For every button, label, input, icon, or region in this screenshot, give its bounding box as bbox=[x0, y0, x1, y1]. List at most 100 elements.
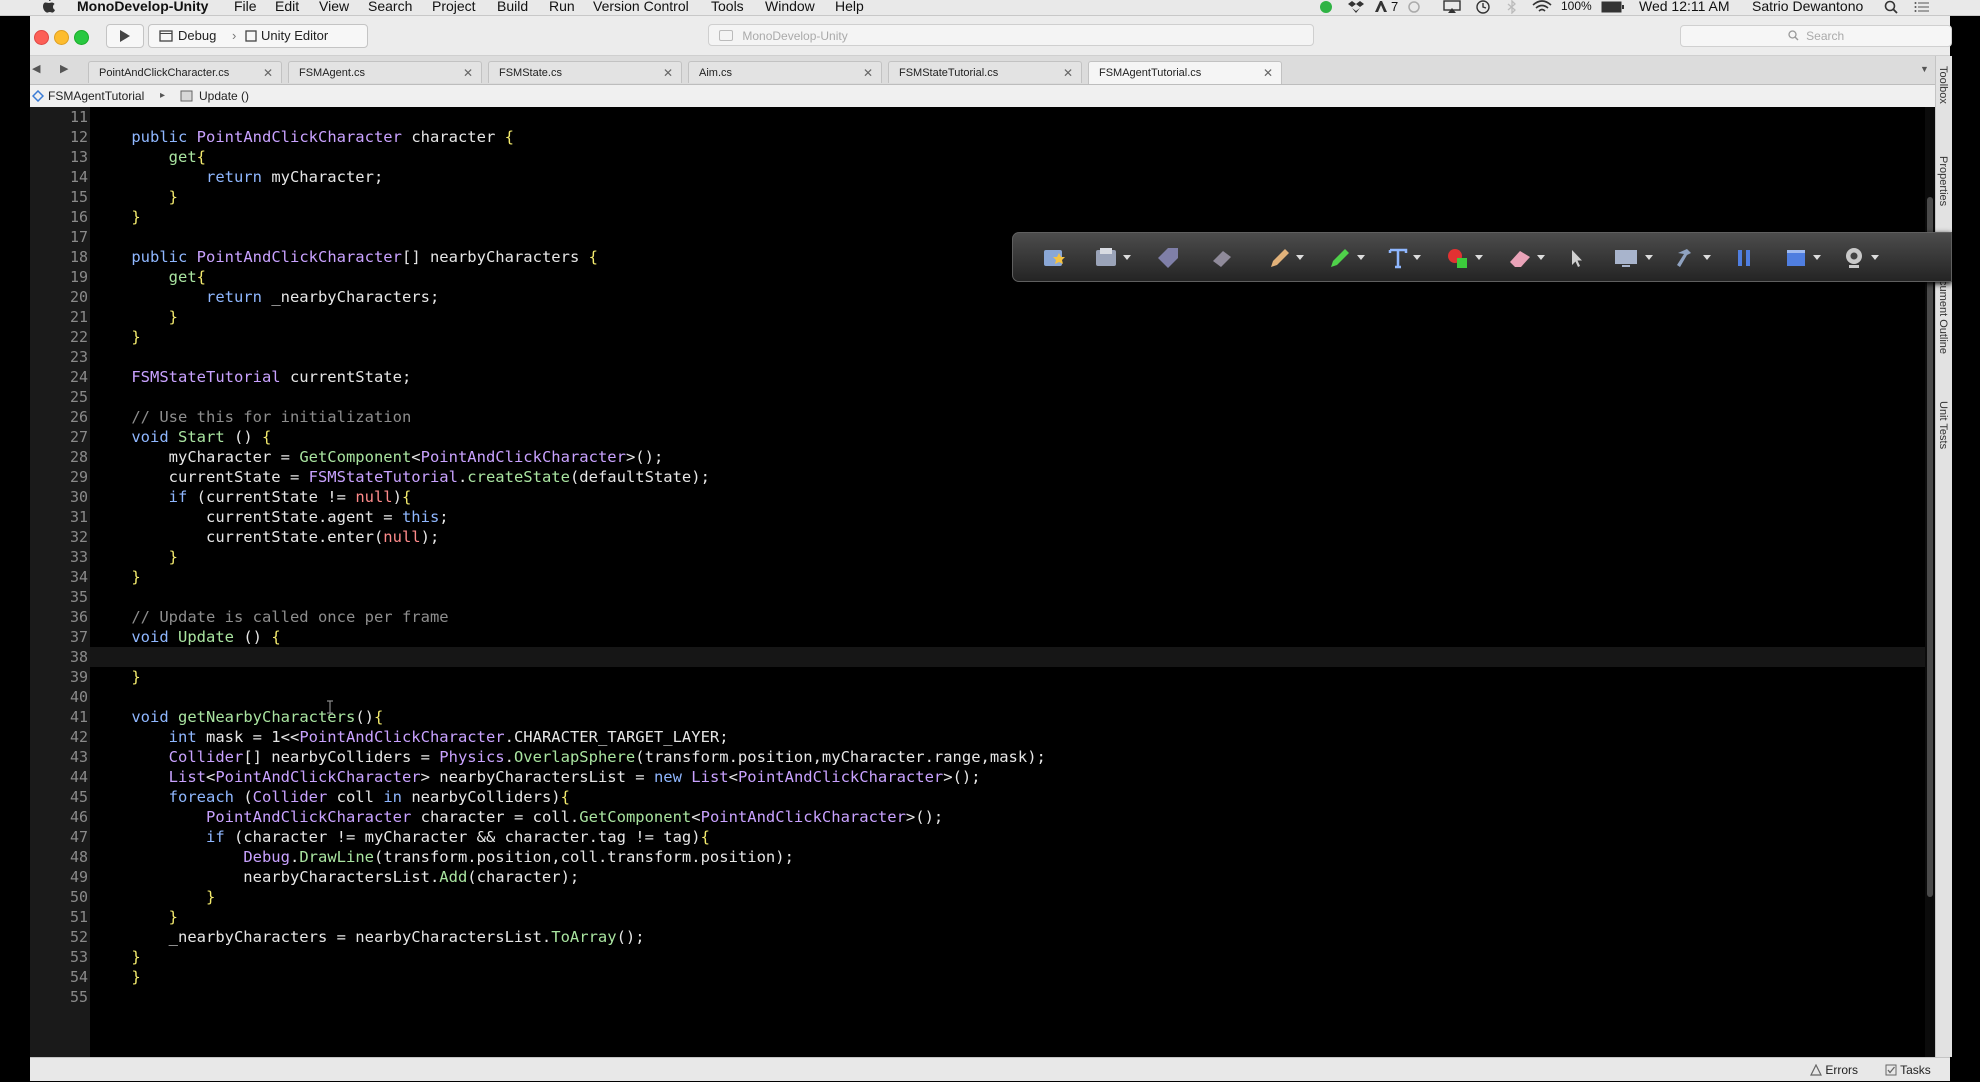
pad-toolbox[interactable]: Toolbox bbox=[1937, 66, 1949, 104]
text-tool-icon[interactable] bbox=[1385, 245, 1411, 271]
pencil-icon[interactable] bbox=[1267, 245, 1293, 271]
code-line[interactable]: public PointAndClickCharacter character … bbox=[94, 127, 514, 147]
webcam-icon[interactable] bbox=[1841, 245, 1867, 271]
minimize-window-button[interactable] bbox=[54, 30, 69, 45]
code-line[interactable] bbox=[94, 227, 131, 247]
capture-options-chevron-down-icon[interactable] bbox=[1645, 255, 1653, 260]
pencil-options-chevron-down-icon[interactable] bbox=[1296, 255, 1304, 260]
save-options-chevron-down-icon[interactable] bbox=[1123, 255, 1131, 260]
zoom-window-button[interactable] bbox=[74, 30, 89, 45]
menu-tools[interactable]: Tools bbox=[711, 0, 744, 14]
pin-star-icon[interactable] bbox=[1041, 245, 1067, 271]
menu-version-control[interactable]: Version Control bbox=[593, 0, 689, 14]
code-line[interactable] bbox=[94, 647, 131, 667]
code-line[interactable]: return _nearbyCharacters; bbox=[94, 287, 439, 307]
dropbox-icon[interactable] bbox=[1348, 0, 1364, 17]
tab-scroll-left-icon[interactable]: ◀ bbox=[32, 62, 40, 75]
tab-pointandclickcharacter[interactable]: PointAndClickCharacter.cs ✕ bbox=[88, 61, 282, 83]
code-line[interactable]: // Update is called once per frame bbox=[94, 607, 448, 627]
code-line[interactable]: Collider[] nearbyColliders = Physics.Ove… bbox=[94, 747, 1046, 767]
code-line[interactable]: public PointAndClickCharacter[] nearbyCh… bbox=[94, 247, 598, 267]
eraser-bookmark-icon[interactable] bbox=[1209, 245, 1235, 271]
tab-fsmagent[interactable]: FSMAgent.cs ✕ bbox=[288, 61, 482, 83]
sync-icon[interactable] bbox=[1407, 0, 1421, 17]
code-line[interactable]: Debug.DrawLine(transform.position,coll.t… bbox=[94, 847, 794, 867]
tag-icon[interactable] bbox=[1155, 245, 1181, 271]
adobe-icon[interactable] bbox=[1374, 0, 1388, 16]
text-options-chevron-down-icon[interactable] bbox=[1413, 255, 1421, 260]
tab-close-icon[interactable]: ✕ bbox=[663, 62, 673, 84]
pad-unit-tests[interactable]: Unit Tests bbox=[1937, 401, 1949, 449]
time-machine-icon[interactable] bbox=[1475, 0, 1491, 17]
code-line[interactable]: } bbox=[94, 307, 178, 327]
code-line[interactable]: } bbox=[94, 967, 140, 987]
code-line[interactable]: } bbox=[94, 547, 178, 567]
menu-view[interactable]: View bbox=[319, 0, 349, 14]
hammer-icon[interactable] bbox=[1673, 245, 1699, 271]
tab-close-icon[interactable]: ✕ bbox=[463, 62, 473, 84]
code-line[interactable]: int mask = 1<<PointAndClickCharacter.CHA… bbox=[94, 727, 729, 747]
code-line[interactable]: currentState.enter(null); bbox=[94, 527, 439, 547]
code-line[interactable]: PointAndClickCharacter character = coll.… bbox=[94, 807, 943, 827]
code-line[interactable]: nearbyCharactersList.Add(character); bbox=[94, 867, 579, 887]
pointer-icon[interactable] bbox=[1563, 245, 1589, 271]
window-options-chevron-down-icon[interactable] bbox=[1813, 255, 1821, 260]
tab-fsmstatetutorial[interactable]: FSMStateTutorial.cs ✕ bbox=[888, 61, 1082, 83]
global-search-input[interactable]: Search bbox=[1680, 25, 1952, 47]
window-select-icon[interactable] bbox=[1783, 245, 1809, 271]
code-line[interactable]: currentState.agent = this; bbox=[94, 507, 449, 527]
tab-fsmstate[interactable]: FSMState.cs ✕ bbox=[488, 61, 682, 83]
code-line[interactable]: if (character != myCharacter && characte… bbox=[94, 827, 710, 847]
highlighter-options-chevron-down-icon[interactable] bbox=[1357, 255, 1365, 260]
code-line[interactable] bbox=[94, 587, 131, 607]
tab-fsmagenttutorial[interactable]: FSMAgentTutorial.cs ✕ bbox=[1088, 61, 1282, 84]
save-screenshot-icon[interactable] bbox=[1093, 245, 1119, 271]
code-line[interactable]: } bbox=[94, 567, 140, 587]
pad-properties[interactable]: Properties bbox=[1937, 156, 1949, 206]
tools-options-chevron-down-icon[interactable] bbox=[1703, 255, 1711, 260]
tab-close-icon[interactable]: ✕ bbox=[263, 62, 273, 84]
tab-scroll-right-icon[interactable]: ▶ bbox=[60, 62, 68, 75]
code-line[interactable]: myCharacter = GetComponent<PointAndClick… bbox=[94, 447, 664, 467]
apple-menu-icon[interactable] bbox=[42, 0, 56, 16]
user-name[interactable]: Satrio Dewantono bbox=[1752, 0, 1863, 14]
menu-edit[interactable]: Edit bbox=[275, 0, 299, 14]
tab-list-chevron-down-icon[interactable]: ▼ bbox=[1920, 64, 1929, 74]
code-line[interactable]: // Use this for initialization bbox=[94, 407, 411, 427]
menu-window[interactable]: Window bbox=[765, 0, 815, 14]
code-line[interactable]: if (currentState != null){ bbox=[94, 487, 412, 507]
errors-pad-button[interactable]: Errors bbox=[1810, 1059, 1858, 1082]
code-line[interactable]: foreach (Collider coll in nearbyCollider… bbox=[94, 787, 570, 807]
scrollbar-thumb[interactable] bbox=[1927, 197, 1933, 897]
code-line[interactable]: _nearbyCharacters = nearbyCharactersList… bbox=[94, 927, 645, 947]
build-target-selector[interactable]: Debug › Unity Editor bbox=[148, 24, 368, 48]
screen-capture-icon[interactable] bbox=[1613, 245, 1639, 271]
wechat-status-icon[interactable] bbox=[1318, 0, 1334, 17]
code-line[interactable]: get{ bbox=[94, 147, 206, 167]
shape-tool-icon[interactable] bbox=[1445, 245, 1471, 271]
spotlight-icon[interactable] bbox=[1884, 0, 1898, 17]
code-line[interactable]: currentState = FSMStateTutorial.createSt… bbox=[94, 467, 710, 487]
tab-aim[interactable]: Aim.cs ✕ bbox=[688, 61, 882, 83]
tab-close-icon[interactable]: ✕ bbox=[1263, 62, 1273, 84]
build-configuration[interactable]: Debug bbox=[178, 25, 216, 47]
code-line[interactable] bbox=[94, 347, 131, 367]
code-line[interactable] bbox=[94, 101, 131, 121]
notification-center-icon[interactable] bbox=[1914, 0, 1930, 17]
tab-close-icon[interactable]: ✕ bbox=[1063, 62, 1073, 84]
breadcrumb-method[interactable]: Update () bbox=[199, 85, 249, 107]
code-line[interactable]: void Start () { bbox=[94, 427, 271, 447]
code-line[interactable] bbox=[94, 687, 131, 707]
code-line[interactable]: } bbox=[94, 667, 140, 687]
code-line[interactable]: return myCharacter; bbox=[94, 167, 383, 187]
run-target[interactable]: Unity Editor bbox=[261, 25, 328, 47]
code-line[interactable]: } bbox=[94, 187, 178, 207]
code-line[interactable]: } bbox=[94, 207, 140, 227]
menu-file[interactable]: File bbox=[234, 0, 257, 14]
code-line[interactable] bbox=[94, 387, 131, 407]
code-line[interactable]: void Update () { bbox=[94, 627, 280, 647]
tasks-pad-button[interactable]: Tasks bbox=[1885, 1059, 1931, 1082]
code-line[interactable]: FSMStateTutorial currentState; bbox=[94, 367, 411, 387]
run-button[interactable] bbox=[106, 24, 144, 48]
code-line[interactable]: } bbox=[94, 327, 140, 347]
